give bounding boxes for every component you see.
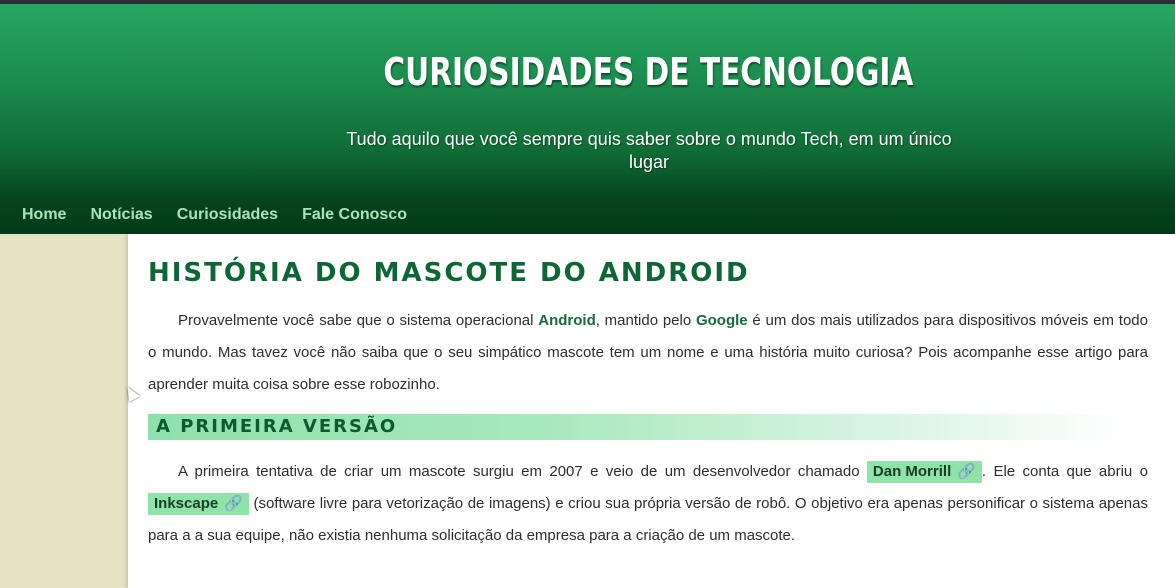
main-nav: Home Notícias Curiosidades Fale Conosco xyxy=(22,206,431,224)
section-text-3: (software livre para vetorização de imag… xyxy=(148,495,1148,544)
inkscape-link[interactable]: Inkscape 🔗 xyxy=(148,493,249,515)
dan-morrill-label: Dan Morrill xyxy=(872,463,952,480)
post-content: História do mascote do Android Provavelm… xyxy=(128,234,1175,588)
section-heading-text: A primeira versão xyxy=(156,416,398,437)
section-heading: A primeira versão xyxy=(148,414,1128,440)
android-keyword: Android xyxy=(538,312,596,329)
site-header: CURIOSIDADES DE TECNOLOGIA Tudo aquilo q… xyxy=(0,4,1175,234)
link-icon: 🔗 xyxy=(957,463,976,480)
site-tagline: Tudo aquilo que você sempre quis saber s… xyxy=(346,129,952,172)
site-title[interactable]: CURIOSIDADES DE TECNOLOGIA xyxy=(143,50,1155,94)
section-paragraph: A primeira tentativa de criar um mascote… xyxy=(148,456,1148,552)
inkscape-label: Inkscape xyxy=(154,495,219,512)
post-title: História do mascote do Android xyxy=(148,258,750,288)
intro-text-1: Provavelmente você sabe que o sistema op… xyxy=(178,312,539,329)
google-keyword: Google xyxy=(695,312,748,329)
section-text-2: . Ele conta que abriu o xyxy=(981,463,1148,480)
intro-text-2: , mantido pelo xyxy=(595,312,696,329)
dan-morrill-link[interactable]: Dan Morrill 🔗 xyxy=(866,461,982,483)
sidebar xyxy=(0,234,128,588)
nav-item-home[interactable]: Home xyxy=(22,206,66,224)
nav-item-curiosidades[interactable]: Curiosidades xyxy=(177,206,278,224)
intro-paragraph: Provavelmente você sabe que o sistema op… xyxy=(148,305,1148,401)
section-text-1: A primeira tentativa de criar um mascote… xyxy=(178,463,867,480)
nav-item-noticias[interactable]: Notícias xyxy=(90,206,152,224)
link-icon: 🔗 xyxy=(224,495,243,512)
nav-item-fale-conosco[interactable]: Fale Conosco xyxy=(302,206,407,224)
